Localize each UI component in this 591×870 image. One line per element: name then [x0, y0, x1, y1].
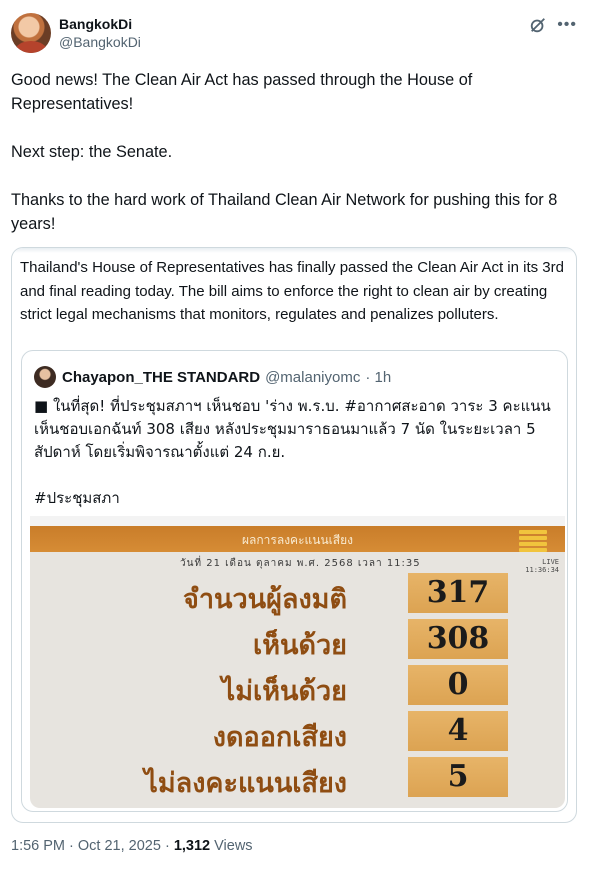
vote-row-disagree: ไม่เห็นด้วย 0	[30, 665, 565, 707]
vote-row-label: งดออกเสียง	[212, 722, 347, 753]
vote-row-label: ไม่เห็นด้วย	[221, 676, 347, 707]
vote-date-line: วันที่ 21 เดือน ตุลาคม พ.ศ. 2568 เวลา 11…	[180, 558, 421, 569]
vote-value-box: 317	[408, 573, 508, 613]
vote-row-value: 317	[426, 575, 490, 610]
vote-value-box: 5	[408, 757, 508, 797]
vote-value-box: 4	[408, 711, 508, 751]
author-avatar[interactable]	[11, 13, 51, 53]
vote-value-box: 308	[408, 619, 508, 659]
vote-screen-topbar	[30, 516, 565, 526]
nested-author-avatar[interactable]	[34, 366, 56, 388]
nested-quoted-tweet[interactable]: Chayapon_THE STANDARD @malaniyomc · 1h ■…	[21, 350, 568, 812]
quoted-tweet-text: Thailand's House of Representatives has …	[20, 259, 564, 323]
author-handle[interactable]: @BangkokDi	[59, 33, 141, 51]
vote-screen-title-bar: ผลการลงคะแนนเสียง	[30, 526, 565, 552]
tweet-timestamp[interactable]: 1:56 PM · Oct 21, 2025 ·	[11, 838, 174, 854]
live-clock: LIVE 11:36:34	[525, 558, 559, 574]
quoted-tweet-card[interactable]: Thailand's House of Representatives has …	[11, 247, 577, 823]
vote-screen-title: ผลการลงคะแนนเสียง	[242, 533, 353, 547]
nested-author-handle[interactable]: @malaniyomc	[265, 369, 360, 386]
vote-row-label: จำนวนผู้ลงมติ	[183, 584, 347, 615]
vote-results-image[interactable]: ผลการลงคะแนนเสียง LIVE 11:36:34 วันที่ 2…	[30, 516, 565, 808]
vote-row-value: 4	[447, 713, 469, 748]
tweet-meta: 1:56 PM · Oct 21, 2025 · 1,312 Views	[11, 838, 253, 854]
views-count: 1,312	[173, 838, 211, 854]
more-options-icon[interactable]: •••	[557, 17, 577, 33]
tweet-header: BangkokDi @BangkokDi •••	[11, 13, 581, 57]
parliament-tv-logo-icon	[519, 530, 547, 556]
nested-tweet-header: Chayapon_THE STANDARD @malaniyomc · 1h	[34, 366, 391, 388]
quoted-tweet-cutoff	[12, 248, 576, 253]
grok-icon[interactable]	[529, 16, 547, 34]
views-label: Views	[210, 838, 253, 854]
vote-row-value: 5	[447, 759, 469, 794]
vote-row-total: จำนวนผู้ลงมติ 317	[30, 573, 565, 615]
vote-row-abstain: งดออกเสียง 4	[30, 711, 565, 753]
vote-row-no-vote: ไม่ลงคะแนนเสียง 5	[30, 757, 565, 799]
live-label: LIVE	[542, 558, 559, 566]
nested-tweet-time[interactable]: · 1h	[365, 369, 391, 386]
nested-author-name[interactable]: Chayapon_THE STANDARD	[62, 369, 260, 386]
nested-tweet-text: ■ ในที่สุด! ที่ประชุมสภาฯ เห็นชอบ 'ร่าง …	[34, 397, 551, 507]
author-display-name[interactable]: BangkokDi	[59, 15, 141, 33]
vote-row-value: 0	[447, 667, 469, 702]
vote-row-value: 308	[426, 621, 490, 656]
vote-row-label: เห็นด้วย	[253, 630, 347, 661]
tweet-text: Good news! The Clean Air Act has passed …	[11, 71, 558, 233]
author-names: BangkokDi @BangkokDi	[59, 15, 141, 51]
vote-value-box: 0	[408, 665, 508, 705]
vote-row-label: ไม่ลงคะแนนเสียง	[144, 768, 347, 799]
vote-row-agree: เห็นด้วย 308	[30, 619, 565, 661]
